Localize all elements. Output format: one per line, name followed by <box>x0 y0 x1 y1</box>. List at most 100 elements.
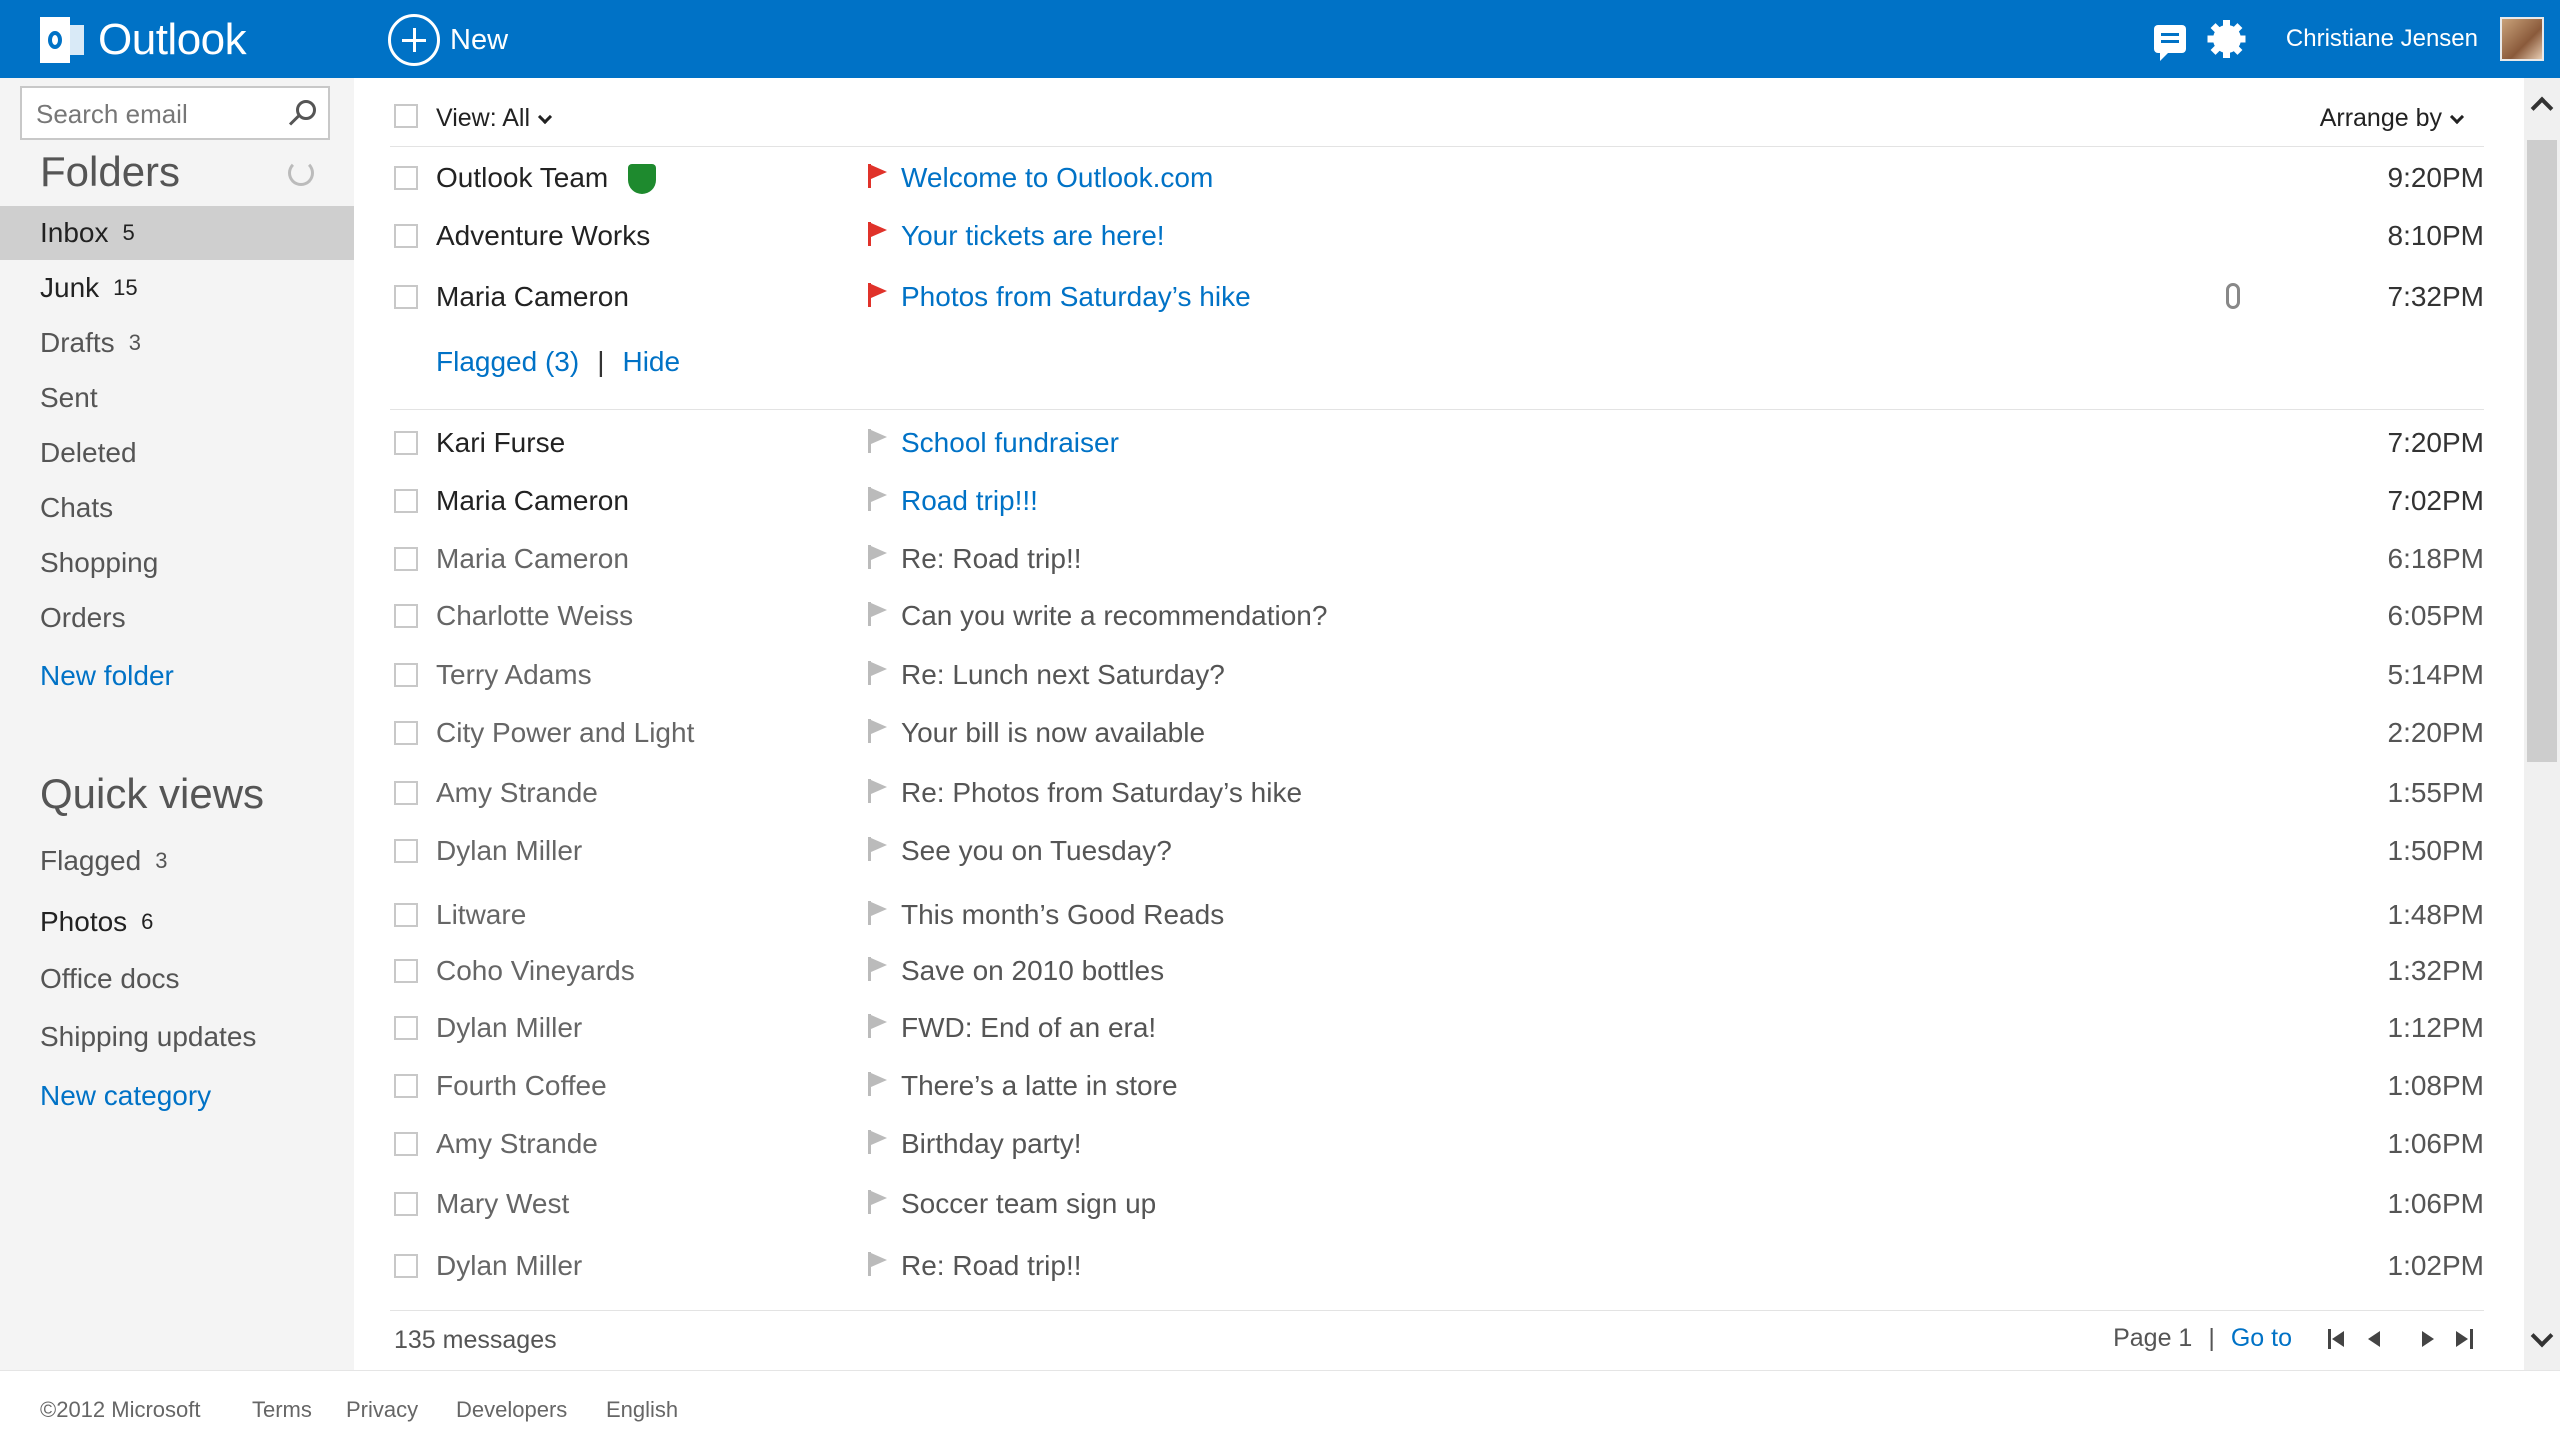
message-row[interactable]: Charlotte Weiss Can you write a recommen… <box>354 588 2484 644</box>
message-row[interactable]: Terry Adams Re: Lunch next Saturday? 5:1… <box>354 647 2484 703</box>
developers-link[interactable]: Developers <box>456 1397 567 1423</box>
outlook-brand[interactable]: Outlook <box>40 15 247 65</box>
messaging-icon[interactable] <box>2153 25 2186 61</box>
arrange-by-dropdown[interactable]: Arrange by <box>2320 104 2465 133</box>
row-checkbox[interactable] <box>394 1074 418 1098</box>
flag-icon[interactable] <box>868 719 888 745</box>
quick-view-office-docs[interactable]: Office docs <box>0 952 354 1006</box>
row-checkbox[interactable] <box>394 224 418 248</box>
flagged-link[interactable]: Flagged (3) <box>436 346 579 378</box>
select-all-checkbox[interactable] <box>394 104 418 128</box>
folder-chats[interactable]: Chats <box>0 481 354 535</box>
message-row[interactable]: Maria Cameron Photos from Saturday’s hik… <box>354 269 2484 325</box>
row-checkbox[interactable] <box>394 1254 418 1278</box>
row-checkbox[interactable] <box>394 166 418 190</box>
flag-icon[interactable] <box>868 545 888 571</box>
flag-icon[interactable] <box>868 283 888 309</box>
scrollbar[interactable] <box>2524 78 2560 1370</box>
row-checkbox[interactable] <box>394 959 418 983</box>
message-row[interactable]: Litware This month’s Good Reads 1:48PM <box>354 887 2484 943</box>
quick-view-photos[interactable]: Photos 6 <box>0 895 354 949</box>
hide-link[interactable]: Hide <box>622 346 680 378</box>
message-row[interactable]: Amy Strande Birthday party! 1:06PM <box>354 1116 2484 1172</box>
flag-icon[interactable] <box>868 837 888 863</box>
row-checkbox[interactable] <box>394 489 418 513</box>
folder-drafts[interactable]: Drafts 3 <box>0 316 354 370</box>
flag-icon[interactable] <box>868 901 888 927</box>
message-subject: There’s a latte in store <box>901 1070 1178 1101</box>
flag-icon[interactable] <box>868 222 888 248</box>
search-input[interactable] <box>36 96 276 132</box>
flag-icon[interactable] <box>868 429 888 455</box>
quick-view-label: Photos <box>40 906 128 937</box>
user-name[interactable]: Christiane Jensen <box>2286 25 2478 53</box>
message-row[interactable]: Maria Cameron Re: Road trip!! 6:18PM <box>354 531 2484 587</box>
goto-link[interactable]: Go to <box>2231 1324 2292 1353</box>
new-label: New <box>450 23 509 56</box>
refresh-icon[interactable] <box>288 160 314 186</box>
view-filter-dropdown[interactable]: View: All <box>436 104 553 133</box>
message-row[interactable]: Mary West Soccer team sign up 1:06PM <box>354 1176 2484 1232</box>
message-row[interactable]: Kari Furse School fundraiser 7:20PM <box>354 415 2484 471</box>
message-row[interactable]: Outlook Team Welcome to Outlook.com 9:20… <box>354 150 2484 206</box>
next-page-icon[interactable] <box>2416 1326 2438 1352</box>
new-message-button[interactable]: New <box>388 14 508 66</box>
flag-icon[interactable] <box>868 1072 888 1098</box>
first-page-icon[interactable] <box>2326 1326 2348 1352</box>
folder-shopping[interactable]: Shopping <box>0 536 354 590</box>
message-row[interactable]: Dylan Miller FWD: End of an era! 1:12PM <box>354 1000 2484 1056</box>
new-category-link[interactable]: New category <box>0 1069 354 1123</box>
message-row[interactable]: Coho Vineyards Save on 2010 bottles 1:32… <box>354 943 2484 999</box>
previous-page-icon[interactable] <box>2364 1326 2386 1352</box>
gear-icon[interactable] <box>2207 20 2246 58</box>
new-folder-link[interactable]: New folder <box>0 649 354 703</box>
privacy-link[interactable]: Privacy <box>346 1397 418 1423</box>
quick-view-flagged[interactable]: Flagged 3 <box>0 834 354 888</box>
folder-orders[interactable]: Orders <box>0 591 354 645</box>
flag-icon[interactable] <box>868 957 888 983</box>
message-subject: See you on Tuesday? <box>901 835 1172 866</box>
flag-icon[interactable] <box>868 1252 888 1278</box>
scroll-thumb[interactable] <box>2527 140 2557 762</box>
message-row[interactable]: Amy Strande Re: Photos from Saturday’s h… <box>354 765 2484 821</box>
flag-icon[interactable] <box>868 779 888 805</box>
folder-sent[interactable]: Sent <box>0 371 354 425</box>
flag-icon[interactable] <box>868 602 888 628</box>
flag-icon[interactable] <box>868 1190 888 1216</box>
page-footer: ©2012 Microsoft Terms Privacy Developers… <box>0 1370 2560 1440</box>
row-checkbox[interactable] <box>394 285 418 309</box>
flag-icon[interactable] <box>868 661 888 687</box>
message-row[interactable]: Dylan Miller See you on Tuesday? 1:50PM <box>354 823 2484 879</box>
terms-link[interactable]: Terms <box>252 1397 312 1423</box>
flag-icon[interactable] <box>868 164 888 190</box>
row-checkbox[interactable] <box>394 839 418 863</box>
language-link[interactable]: English <box>606 1397 678 1423</box>
flag-icon[interactable] <box>868 1014 888 1040</box>
row-checkbox[interactable] <box>394 1016 418 1040</box>
flag-icon[interactable] <box>868 1130 888 1156</box>
last-page-icon[interactable] <box>2454 1326 2476 1352</box>
row-checkbox[interactable] <box>394 1132 418 1156</box>
search-icon[interactable] <box>288 100 316 128</box>
avatar[interactable] <box>2500 17 2544 61</box>
scroll-up-icon[interactable] <box>2530 96 2554 120</box>
scroll-down-icon[interactable] <box>2530 1324 2554 1348</box>
row-checkbox[interactable] <box>394 547 418 571</box>
row-checkbox[interactable] <box>394 1192 418 1216</box>
row-checkbox[interactable] <box>394 604 418 628</box>
message-row[interactable]: Maria Cameron Road trip!!! 7:02PM <box>354 473 2484 529</box>
row-checkbox[interactable] <box>394 781 418 805</box>
flag-icon[interactable] <box>868 487 888 513</box>
row-checkbox[interactable] <box>394 903 418 927</box>
row-checkbox[interactable] <box>394 663 418 687</box>
quick-view-shipping-updates[interactable]: Shipping updates <box>0 1010 354 1064</box>
message-row[interactable]: City Power and Light Your bill is now av… <box>354 705 2484 761</box>
folder-inbox[interactable]: Inbox 5 <box>0 206 354 260</box>
row-checkbox[interactable] <box>394 431 418 455</box>
folder-deleted[interactable]: Deleted <box>0 426 354 480</box>
message-row[interactable]: Fourth Coffee There’s a latte in store 1… <box>354 1058 2484 1114</box>
message-row[interactable]: Dylan Miller Re: Road trip!! 1:02PM <box>354 1238 2484 1294</box>
folder-junk[interactable]: Junk 15 <box>0 261 354 315</box>
row-checkbox[interactable] <box>394 721 418 745</box>
message-row[interactable]: Adventure Works Your tickets are here! 8… <box>354 208 2484 264</box>
